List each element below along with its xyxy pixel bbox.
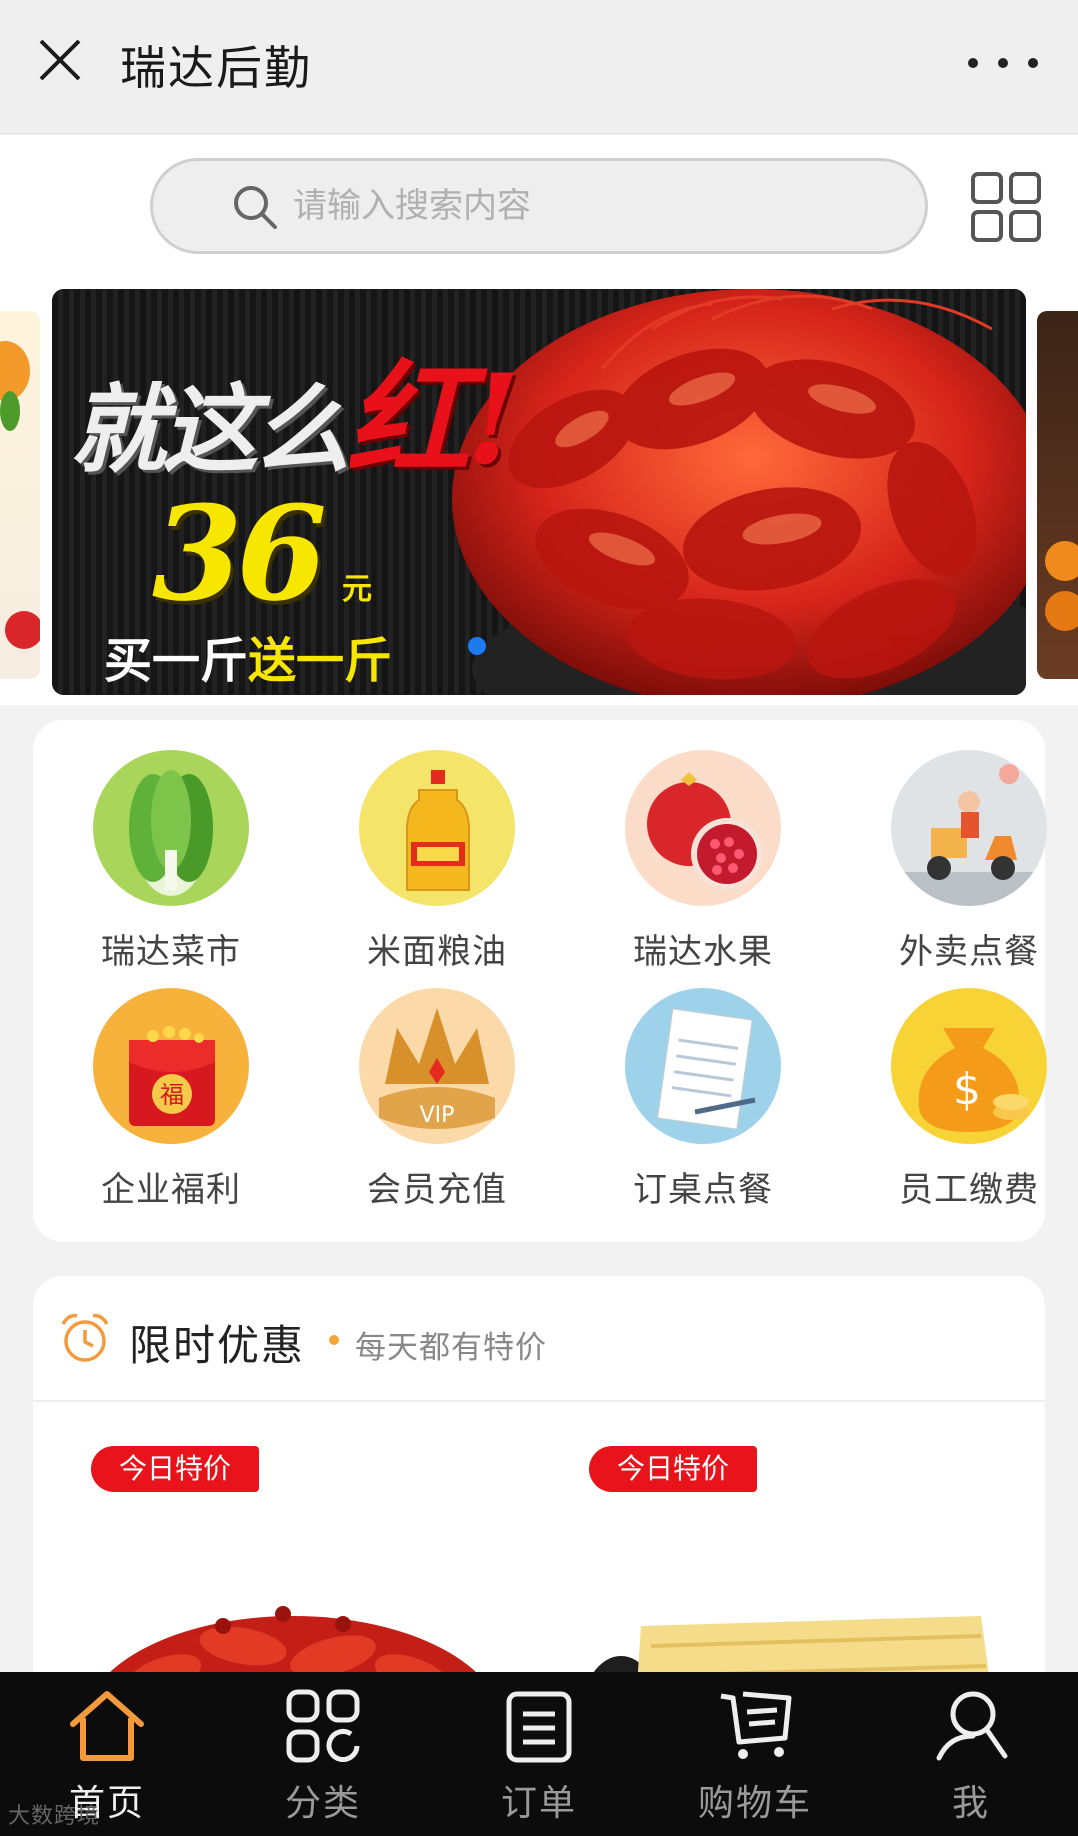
banner-prev-slide[interactable] [0, 311, 40, 679]
special-offer-tag: 今日特价 [91, 1446, 260, 1492]
category-item-table-booking[interactable]: 订桌点餐 [603, 988, 803, 1211]
tab-category[interactable]: 分类 [248, 1686, 398, 1826]
red-envelope-icon: 福 [93, 988, 249, 1144]
more-dot [998, 58, 1008, 68]
banner-promo-text: 买一斤送一斤 [104, 621, 392, 691]
banner-slide[interactable]: 就这么红! 36 元 买一斤送一斤 [52, 289, 1026, 695]
title-bar: 瑞达后勤 [0, 0, 1078, 134]
category-grid: 瑞达菜市 米面粮油 瑞达水果 外卖点餐 福 企业福利 VIP 会员充值 订桌点餐… [33, 720, 1047, 1242]
bottom-tab-bar: 首页 分类 订单 购物车 我 大数跨境 [0, 1672, 1078, 1836]
category-icon [286, 1689, 360, 1763]
banner-carousel[interactable]: 就这么红! 36 元 买一斤送一斤 [0, 285, 1078, 705]
search-icon [234, 186, 277, 229]
carrot-image [0, 341, 30, 401]
search-input[interactable] [293, 179, 853, 233]
tab-label: 订单 [500, 1783, 577, 1824]
tab-me[interactable]: 我 [896, 1686, 1046, 1826]
category-item-benefits[interactable]: 福 企业福利 [71, 988, 271, 1211]
home-icon [70, 1691, 144, 1761]
banner-price: 36 [152, 477, 327, 630]
alarm-clock-icon [61, 1313, 109, 1362]
category-item-vegetable-market[interactable]: 瑞达菜市 [71, 750, 271, 973]
tab-orders[interactable]: 订单 [464, 1686, 614, 1826]
page-title: 瑞达后勤 [120, 41, 312, 95]
search-bar [0, 135, 1078, 285]
vip-crown-icon: VIP [359, 988, 515, 1144]
banner-headline-red: 红! [346, 348, 520, 493]
banner-promo-yellow: 送一斤 [248, 633, 393, 689]
section-subtitle: 每天都有特价 [355, 1330, 547, 1366]
order-icon [506, 1691, 572, 1763]
delivery-scooter-icon [891, 750, 1047, 906]
cabbage-icon [93, 750, 249, 906]
money-bag-icon: $ [891, 988, 1047, 1144]
banner-promo-white: 买一斤 [104, 633, 249, 689]
banner-headline: 就这么红! [70, 319, 520, 499]
grid-icon[interactable] [970, 171, 1042, 243]
banner-price-unit: 元 [342, 572, 372, 607]
category-label: 订桌点餐 [633, 1170, 773, 1210]
close-button[interactable] [30, 30, 90, 90]
tomato-image [5, 611, 40, 649]
category-item-fruit[interactable]: 瑞达水果 [603, 750, 803, 973]
user-icon [936, 1691, 1008, 1761]
category-label: 瑞达菜市 [101, 932, 241, 972]
pomegranate-icon [625, 750, 781, 906]
separator-dot [329, 1335, 339, 1345]
search-box[interactable] [150, 158, 928, 254]
close-icon [39, 39, 81, 81]
carousel-indicator-dot[interactable] [468, 637, 486, 655]
more-dot [1028, 58, 1038, 68]
special-offer-tag: 今日特价 [589, 1446, 758, 1492]
category-item-takeout[interactable]: 外卖点餐 [869, 750, 1069, 973]
category-label: 会员充值 [367, 1170, 507, 1210]
category-item-membership[interactable]: VIP 会员充值 [337, 988, 537, 1211]
tab-label: 我 [951, 1783, 990, 1824]
more-menu-button[interactable] [968, 40, 1038, 86]
svg-text:VIP: VIP [420, 1103, 455, 1128]
more-dots-icon [968, 58, 978, 68]
crayfish-banner-image [452, 289, 1026, 695]
category-label: 瑞达水果 [633, 932, 773, 972]
category-item-staff-payment[interactable]: $ 员工缴费 [869, 988, 1069, 1211]
leaf-image [0, 391, 20, 431]
oil-bottle-icon [359, 750, 515, 906]
tab-label: 购物车 [697, 1783, 812, 1824]
section-header[interactable]: 限时优惠 每天都有特价 [33, 1276, 1045, 1402]
category-item-grain-oil[interactable]: 米面粮油 [337, 750, 537, 973]
category-label: 米面粮油 [367, 932, 507, 972]
notepad-icon [625, 988, 781, 1144]
banner-headline-white: 就这么 [70, 373, 350, 486]
tab-cart[interactable]: 购物车 [680, 1686, 830, 1826]
category-label: 外卖点餐 [899, 932, 1039, 972]
category-label: 企业福利 [101, 1170, 241, 1210]
svg-text:福: 福 [160, 1081, 184, 1109]
watermark: 大数跨境 [8, 1804, 101, 1829]
cart-icon [720, 1691, 792, 1759]
banner-next-slide[interactable] [1037, 311, 1078, 679]
section-title: 限时优惠 [129, 1321, 306, 1370]
orange-image [1045, 541, 1078, 581]
tab-label: 分类 [284, 1783, 361, 1824]
category-label: 员工缴费 [899, 1170, 1039, 1210]
svg-text:$: $ [953, 1064, 981, 1115]
